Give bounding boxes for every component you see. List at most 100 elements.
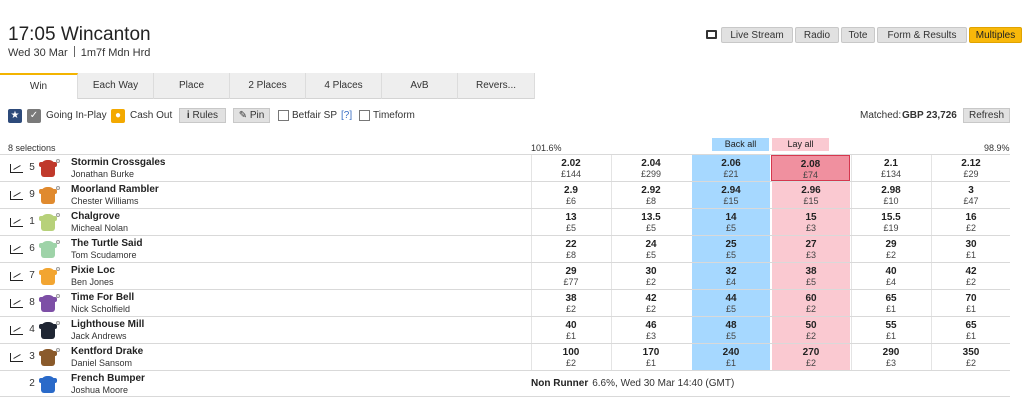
back-price-cell[interactable]: 240 £1 (691, 344, 770, 370)
tab-place[interactable]: Place (154, 73, 230, 99)
back-all-button[interactable]: Back all (712, 138, 769, 151)
lay-price-cell[interactable]: 55 £1 (851, 317, 930, 343)
lay-price-cell[interactable]: 60 £2 (771, 290, 850, 316)
chart-icon[interactable] (10, 272, 23, 281)
lay-price-cell[interactable]: 2.08 £74 (771, 155, 850, 181)
lay-price-cell[interactable]: 15 £3 (771, 209, 850, 235)
lay-price-cell[interactable]: 3 £47 (931, 182, 1010, 208)
back-price-cell[interactable]: 2.02 £144 (531, 155, 610, 181)
lay-all-button[interactable]: Lay all (772, 138, 829, 151)
runner-number: 8 (29, 297, 35, 308)
tab-4-places[interactable]: 4 Places (306, 73, 382, 99)
rules-button[interactable]: i Rules (179, 108, 226, 123)
pin-runner-icon[interactable] (56, 267, 60, 271)
pin-runner-icon[interactable] (56, 159, 60, 163)
back-price-cell[interactable]: 48 £5 (691, 317, 770, 343)
form-results-button[interactable]: Form & Results (877, 27, 967, 43)
check-icon[interactable]: ✓ (27, 109, 41, 123)
lay-price-cell[interactable]: 38 £5 (771, 263, 850, 289)
available-amount: £3 (885, 358, 896, 368)
pin-runner-icon[interactable] (56, 213, 60, 217)
tab-win[interactable]: Win (0, 73, 78, 99)
runner-name: Chalgrove (71, 211, 120, 222)
back-price-cell[interactable]: 30 £2 (611, 263, 690, 289)
back-price-cell[interactable]: 44 £5 (691, 290, 770, 316)
lay-price-cell[interactable]: 30 £1 (931, 236, 1010, 262)
odds-price: 2.06 (721, 158, 741, 169)
back-price-cell[interactable]: 32 £4 (691, 263, 770, 289)
back-price-cell[interactable]: 2.9 £6 (531, 182, 610, 208)
back-price-cell[interactable]: 46 £3 (611, 317, 690, 343)
refresh-button[interactable]: Refresh (963, 108, 1010, 123)
jockey-name: Daniel Sansom (71, 358, 133, 368)
back-price-cell[interactable]: 29 £77 (531, 263, 610, 289)
available-amount: £2 (565, 304, 576, 314)
back-price-cell[interactable]: 2.94 £15 (691, 182, 770, 208)
back-price-cell[interactable]: 2.04 £299 (611, 155, 690, 181)
chart-icon[interactable] (10, 245, 23, 254)
chart-icon[interactable] (10, 353, 23, 362)
lay-price-cell[interactable]: 65 £1 (851, 290, 930, 316)
lay-price-cell[interactable]: 290 £3 (851, 344, 930, 370)
multiples-button[interactable]: Multiples (969, 27, 1022, 43)
timeform-checkbox[interactable] (359, 110, 370, 121)
available-amount: £1 (725, 358, 736, 368)
back-price-cell[interactable]: 38 £2 (531, 290, 610, 316)
back-price-cell[interactable]: 13.5 £5 (611, 209, 690, 235)
back-price-cell[interactable]: 2.92 £8 (611, 182, 690, 208)
help-link[interactable]: [?] (341, 108, 352, 124)
live-stream-button[interactable]: Live Stream (721, 27, 793, 43)
chart-icon[interactable] (10, 299, 23, 308)
betfair-sp-checkbox[interactable] (278, 110, 289, 121)
lay-price-cell[interactable]: 2.12 £29 (931, 155, 1010, 181)
chart-icon[interactable] (10, 191, 23, 200)
pin-runner-icon[interactable] (56, 321, 60, 325)
runner-name: Lighthouse Mill (71, 319, 145, 330)
back-price-cell[interactable]: 13 £5 (531, 209, 610, 235)
star-icon[interactable]: ★ (8, 109, 22, 123)
back-price-cell[interactable]: 14 £5 (691, 209, 770, 235)
pin-runner-icon[interactable] (56, 294, 60, 298)
pin-runner-icon[interactable] (56, 186, 60, 190)
back-price-cell[interactable]: 100 £2 (531, 344, 610, 370)
tab-each-way[interactable]: Each Way (78, 73, 154, 99)
back-price-cell[interactable]: 40 £1 (531, 317, 610, 343)
pin-runner-icon[interactable] (56, 348, 60, 352)
lay-price-cell[interactable]: 27 £3 (771, 236, 850, 262)
lay-price-cell[interactable]: 2.98 £10 (851, 182, 930, 208)
pin-button[interactable]: ✎ Pin (233, 108, 270, 123)
tab-avb[interactable]: AvB (382, 73, 458, 99)
back-price-cell[interactable]: 42 £2 (611, 290, 690, 316)
odds-price: 32 (725, 266, 737, 277)
chart-icon[interactable] (10, 326, 23, 335)
pin-runner-icon[interactable] (56, 240, 60, 244)
lay-price-cell[interactable]: 42 £2 (931, 263, 1010, 289)
lay-price-cell[interactable]: 16 £2 (931, 209, 1010, 235)
available-amount: £8 (565, 250, 576, 260)
back-price-cell[interactable]: 25 £5 (691, 236, 770, 262)
radio-button[interactable]: Radio (795, 27, 839, 43)
tote-button[interactable]: Tote (841, 27, 875, 43)
back-price-cell[interactable]: 170 £1 (611, 344, 690, 370)
available-amount: £144 (560, 169, 582, 179)
available-amount: £10 (883, 196, 899, 206)
lay-price-cell[interactable]: 270 £2 (771, 344, 850, 370)
lay-price-cell[interactable]: 350 £2 (931, 344, 1010, 370)
runner-name: French Bumper (71, 373, 145, 384)
lay-price-cell[interactable]: 2.96 £15 (771, 182, 850, 208)
lay-price-cell[interactable]: 40 £4 (851, 263, 930, 289)
back-price-cell[interactable]: 22 £8 (531, 236, 610, 262)
tab-reverse[interactable]: Revers... (458, 73, 535, 99)
lay-price-cell[interactable]: 15.5 £19 (851, 209, 930, 235)
chart-icon[interactable] (10, 218, 23, 227)
back-price-cell[interactable]: 24 £5 (611, 236, 690, 262)
back-price-cell[interactable]: 2.06 £21 (691, 155, 770, 181)
lay-price-cell[interactable]: 70 £1 (931, 290, 1010, 316)
lay-price-cell[interactable]: 2.1 £134 (851, 155, 930, 181)
chart-icon[interactable] (10, 164, 23, 173)
lay-price-cell[interactable]: 29 £2 (851, 236, 930, 262)
tab-2-places[interactable]: 2 Places (230, 73, 306, 99)
lay-price-cell[interactable]: 50 £2 (771, 317, 850, 343)
odds-price: 38 (565, 293, 577, 304)
lay-price-cell[interactable]: 65 £1 (931, 317, 1010, 343)
